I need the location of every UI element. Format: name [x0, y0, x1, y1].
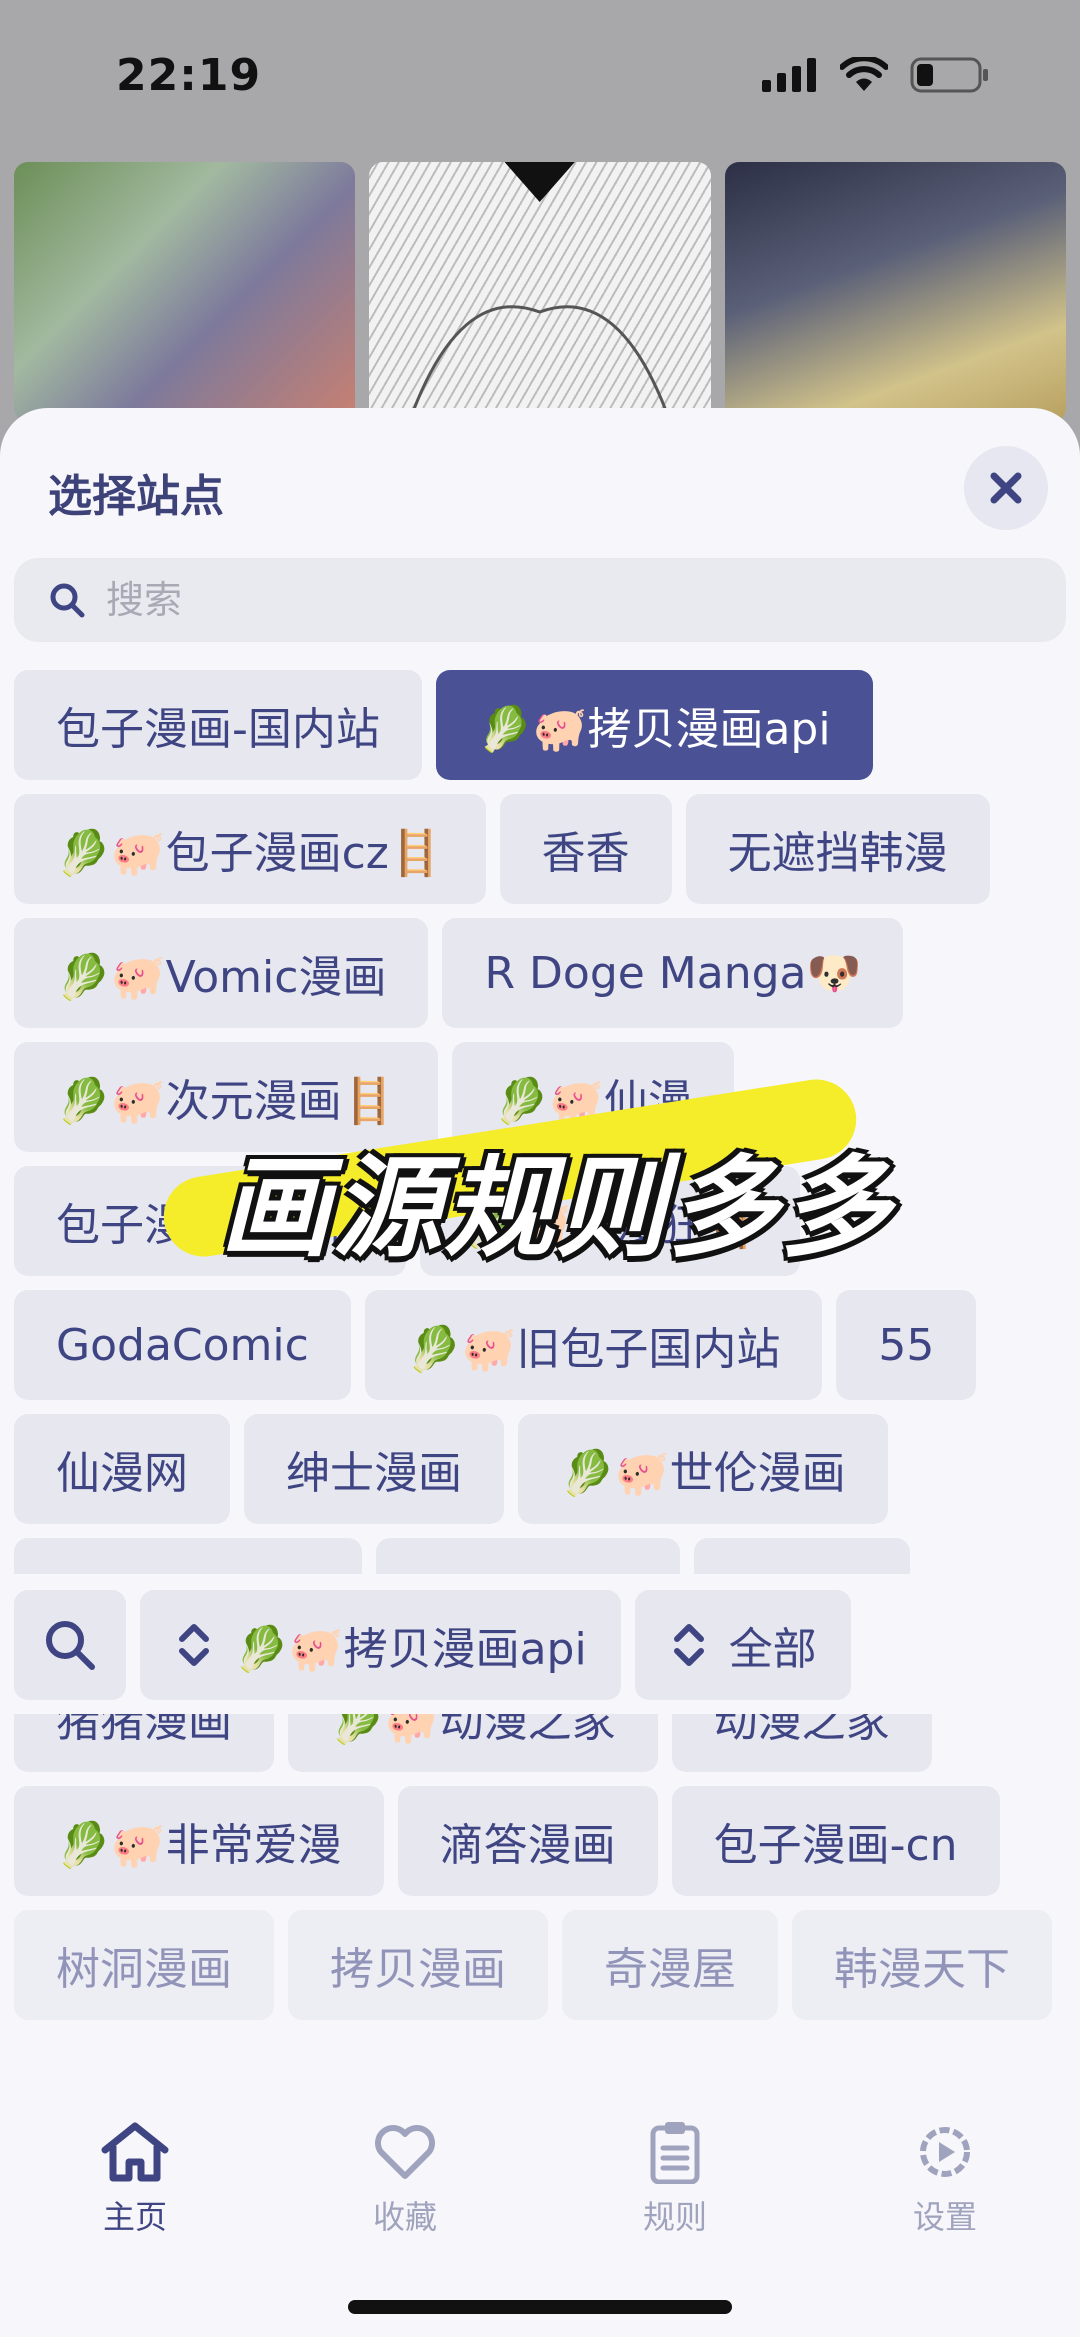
source-bar: 🥬🐖拷贝漫画api 全部: [0, 1574, 1080, 1714]
chevron-up-down-icon: [179, 1624, 209, 1666]
search-icon: [46, 1621, 95, 1670]
site-chip[interactable]: 🥬🐖非常爱漫: [14, 1786, 384, 1896]
promo-overlay: 画源规则多多: [120, 1073, 920, 1272]
site-chip[interactable]: 拷贝漫画: [288, 1910, 548, 2020]
status-time: 22:19: [116, 49, 262, 101]
manga-cover[interactable]: [369, 162, 711, 422]
home-indicator: [348, 2300, 732, 2314]
search-field[interactable]: [14, 558, 1066, 642]
search-icon: [50, 583, 85, 618]
site-chip[interactable]: 🥬🐖拷贝漫画api: [435, 670, 873, 780]
site-chip[interactable]: 韩漫天下: [792, 1910, 1052, 2020]
site-chip-row: 🥬🐖Vomic漫画 R Doge Manga🐶: [14, 918, 1080, 1028]
site-chip[interactable]: 无遮挡韩漫: [685, 794, 990, 904]
sheet-title: 选择站点: [48, 471, 224, 522]
site-chip[interactable]: 包子漫画-国内站: [14, 670, 422, 780]
site-chip-row: 树洞漫画 拷贝漫画 奇漫屋 韩漫天下: [14, 1910, 1080, 2020]
site-chip-row: 🥬🐖包子漫画cz🪜 香香 无遮挡韩漫: [14, 794, 1080, 904]
site-chip[interactable]: 滴答漫画: [397, 1786, 658, 1896]
cellular-signal-icon: [762, 58, 816, 92]
site-chip[interactable]: GodaComic: [14, 1290, 351, 1400]
close-button[interactable]: [964, 446, 1048, 530]
clipboard-icon: [650, 2122, 700, 2184]
site-chip-row: 🥬🐖非常爱漫 滴答漫画 包子漫画-cn: [14, 1786, 1080, 1896]
tab-label: 设置: [912, 2198, 977, 2236]
site-chip[interactable]: 树洞漫画: [14, 1910, 274, 2020]
search-input[interactable]: [106, 578, 1006, 622]
site-chip[interactable]: 包子漫画-cn: [671, 1786, 1000, 1896]
site-picker-sheet: 选择站点 包子漫画-国内站🥬🐖拷贝漫画api🥬🐖包子漫画cz🪜香香无遮挡韩漫🥬🐖…: [0, 408, 1080, 2337]
status-bar: 22:19: [0, 0, 1080, 150]
category-filter-label: 全部: [728, 1624, 817, 1675]
source-select[interactable]: 🥬🐖拷贝漫画api: [140, 1590, 621, 1700]
gear-icon: [920, 2127, 970, 2177]
site-chip[interactable]: 奇漫屋: [562, 1910, 778, 2020]
site-chip[interactable]: 香香: [499, 794, 672, 904]
site-chip[interactable]: 🥬🐖包子漫画cz🪜: [14, 794, 486, 904]
manga-cover[interactable]: [724, 162, 1066, 422]
tab-label: 收藏: [372, 2198, 437, 2236]
tab-label: 规则: [642, 2198, 707, 2236]
manga-cover[interactable]: [14, 162, 356, 422]
cover-art: [408, 162, 672, 422]
status-icons: [762, 57, 990, 93]
home-icon: [101, 2122, 169, 2182]
site-chip-row: GodaComic 🥬🐖旧包子国内站 55: [14, 1290, 1080, 1400]
site-chip[interactable]: 🥬🐖世伦漫画: [518, 1414, 888, 1524]
heart-icon: [375, 2125, 435, 2179]
close-icon: [990, 472, 1022, 504]
promo-text: 画源规则多多: [220, 1144, 892, 1272]
site-chip[interactable]: 🥬🐖旧包子国内站: [364, 1290, 823, 1400]
site-chip[interactable]: 仙漫网: [14, 1414, 230, 1524]
category-filter-select[interactable]: 全部: [634, 1590, 851, 1700]
tab-settings[interactable]: 设置: [810, 2120, 1080, 2337]
tab-label: 主页: [102, 2198, 167, 2236]
source-select-label: 🥬🐖拷贝漫画api: [234, 1624, 587, 1675]
search-button[interactable]: [14, 1590, 126, 1700]
site-chip-row: 仙漫网 绅士漫画 🥬🐖世伦漫画: [14, 1414, 1080, 1524]
site-chip[interactable]: 🥬🐖Vomic漫画: [14, 918, 429, 1028]
tab-home[interactable]: 主页: [0, 2120, 270, 2337]
wifi-icon: [840, 57, 888, 91]
manga-cover-row: [14, 162, 1066, 422]
site-chip[interactable]: R Doge Manga🐶: [442, 918, 904, 1028]
battery-icon: [910, 57, 988, 93]
site-chip[interactable]: 绅士漫画: [244, 1414, 504, 1524]
site-chip[interactable]: 55: [836, 1290, 977, 1400]
chevron-up-down-icon: [673, 1624, 704, 1666]
site-chip-row: 包子漫画-国内站 🥬🐖拷贝漫画api: [14, 670, 1080, 780]
site-chip-grid: 包子漫画-国内站 🥬🐖拷贝漫画api 🥬🐖包子漫画cz🪜 香香 无遮挡韩漫 🥬🐖Vomic…: [14, 670, 1080, 2020]
